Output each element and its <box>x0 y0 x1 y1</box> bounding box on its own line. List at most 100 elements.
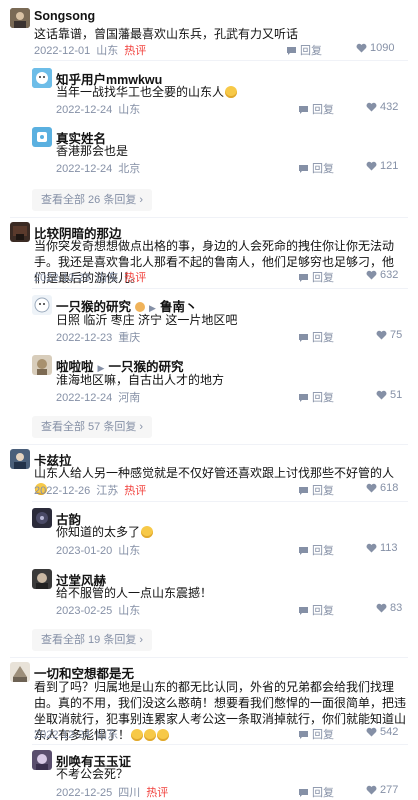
comment-location: 山东 <box>118 605 141 617</box>
comment-date: 2022-12-24 <box>56 163 113 175</box>
reply-button[interactable]: 回复 <box>298 726 334 742</box>
comment-text: 淮海地区嘛，自古出人才的地方 <box>56 373 225 387</box>
avatar[interactable] <box>32 68 52 88</box>
hot-badge: 热评 <box>124 485 147 497</box>
comment-meta: 2022-12-24 山东 <box>34 726 124 742</box>
comment-date: 2022-12-25 <box>56 787 113 799</box>
like-button[interactable]: 277 <box>366 784 398 796</box>
comment-meta: 2022-12-23 重庆 <box>56 329 146 345</box>
emoji-icon <box>225 86 238 98</box>
like-button[interactable]: 121 <box>366 160 398 172</box>
avatar[interactable] <box>10 222 30 242</box>
comment-meta: 2023-02-25 山东 <box>56 602 146 618</box>
comment-text: 香港那会也是 <box>56 144 129 158</box>
heart-icon <box>376 330 387 340</box>
reply-icon <box>299 606 308 615</box>
avatar[interactable] <box>32 569 52 589</box>
like-button[interactable]: 432 <box>366 101 398 113</box>
view-all-replies-button[interactable]: 查看全部 19 条回复 › <box>32 629 153 651</box>
reply-icon <box>299 546 308 555</box>
comment-text: 这话靠谱，曾国藩最喜欢山东兵，孔武有力又听话 <box>34 27 299 41</box>
comment-meta: 2022-12-24 北京 <box>56 160 146 176</box>
reply-button[interactable]: 回复 <box>298 269 334 285</box>
reply-icon <box>299 730 308 739</box>
like-button[interactable]: 75 <box>376 329 402 341</box>
divider <box>32 288 408 289</box>
reply-icon <box>299 486 308 495</box>
comment-location: 四川 <box>118 787 141 799</box>
reply-button[interactable]: 回复 <box>298 784 334 800</box>
reply-icon <box>299 164 308 173</box>
heart-icon <box>366 270 377 280</box>
reply-button[interactable]: 回复 <box>298 482 334 498</box>
comment-location: 山东 <box>96 272 119 284</box>
reply-icon <box>287 46 296 55</box>
hot-badge: 热评 <box>124 272 147 284</box>
comment-text: 当年一战找华工也全要的山东人 <box>56 84 396 100</box>
comment-date: 2022-12-23 <box>56 332 113 344</box>
comment-text: 日照 临沂 枣庄 济宁 这一片地区吧 <box>56 313 238 327</box>
divider <box>32 501 408 502</box>
comment-location: 山东 <box>118 104 141 116</box>
comment-date: 2022-12-01 <box>34 45 91 57</box>
comment-author[interactable]: Songsong <box>34 9 95 23</box>
comment-location: 河南 <box>118 392 141 404</box>
reply-icon <box>299 105 308 114</box>
emoji-icon <box>157 729 170 741</box>
comment-location: 江苏 <box>96 485 119 497</box>
emoji-icon <box>131 729 144 741</box>
comment-date: 2022-12-24 <box>34 729 91 741</box>
reply-button[interactable]: 回复 <box>298 101 334 117</box>
reply-icon <box>299 273 308 282</box>
divider <box>10 657 408 658</box>
comment-meta: 2022-12-24 河南 <box>56 389 146 405</box>
heart-icon <box>366 543 377 553</box>
reply-button[interactable]: 回复 <box>298 542 334 558</box>
view-all-replies-button[interactable]: 查看全部 26 条回复 › <box>32 189 153 211</box>
reply-button[interactable]: 回复 <box>298 329 334 345</box>
reply-button[interactable]: 回复 <box>298 602 334 618</box>
like-button[interactable]: 83 <box>376 602 402 614</box>
comment-date: 2022-12-26 <box>34 485 91 497</box>
like-button[interactable]: 113 <box>366 542 398 554</box>
divider <box>10 444 408 445</box>
like-button[interactable]: 618 <box>366 482 398 494</box>
avatar[interactable] <box>32 508 52 528</box>
avatar[interactable] <box>32 127 52 147</box>
heart-icon <box>356 43 367 53</box>
avatar[interactable] <box>10 8 30 28</box>
reply-button[interactable]: 回复 <box>286 42 322 58</box>
like-button[interactable]: 632 <box>366 269 398 281</box>
like-button[interactable]: 51 <box>376 389 402 401</box>
comment-date: 2022-12-24 <box>56 392 113 404</box>
reply-button[interactable]: 回复 <box>298 389 334 405</box>
hot-badge: 热评 <box>124 45 147 57</box>
divider <box>10 217 408 218</box>
like-button[interactable]: 1090 <box>356 42 394 54</box>
heart-icon <box>376 390 387 400</box>
comment-date: 2023-02-25 <box>56 605 113 617</box>
avatar[interactable] <box>32 295 52 315</box>
avatar[interactable] <box>32 355 52 375</box>
reply-button[interactable]: 回复 <box>298 160 334 176</box>
view-all-replies-button[interactable]: 查看全部 57 条回复 › <box>32 416 153 438</box>
comment-text: 你知道的太多了 <box>56 524 396 540</box>
avatar[interactable] <box>10 662 30 682</box>
reply-icon <box>299 393 308 402</box>
comment-meta: 2022-12-26 江苏 热评 <box>34 482 152 498</box>
like-button[interactable]: 542 <box>366 726 398 738</box>
heart-icon <box>366 785 377 795</box>
comment-text: 不考公会死？ <box>56 767 129 781</box>
comment-meta: 2023-01-20 山东 <box>56 542 146 558</box>
comment-location: 山东 <box>96 45 119 57</box>
divider <box>32 744 408 745</box>
comment-meta: 2022-12-23 山东 热评 <box>34 269 152 285</box>
comment-meta: 2022-12-01 山东 热评 <box>34 42 152 58</box>
avatar[interactable] <box>32 750 52 770</box>
heart-icon <box>376 603 387 613</box>
comment-meta: 2022-12-25 四川 热评 <box>56 784 174 800</box>
comment-location: 北京 <box>118 163 141 175</box>
avatar[interactable] <box>10 449 30 469</box>
heart-icon <box>366 102 377 112</box>
reply-icon <box>299 788 308 797</box>
